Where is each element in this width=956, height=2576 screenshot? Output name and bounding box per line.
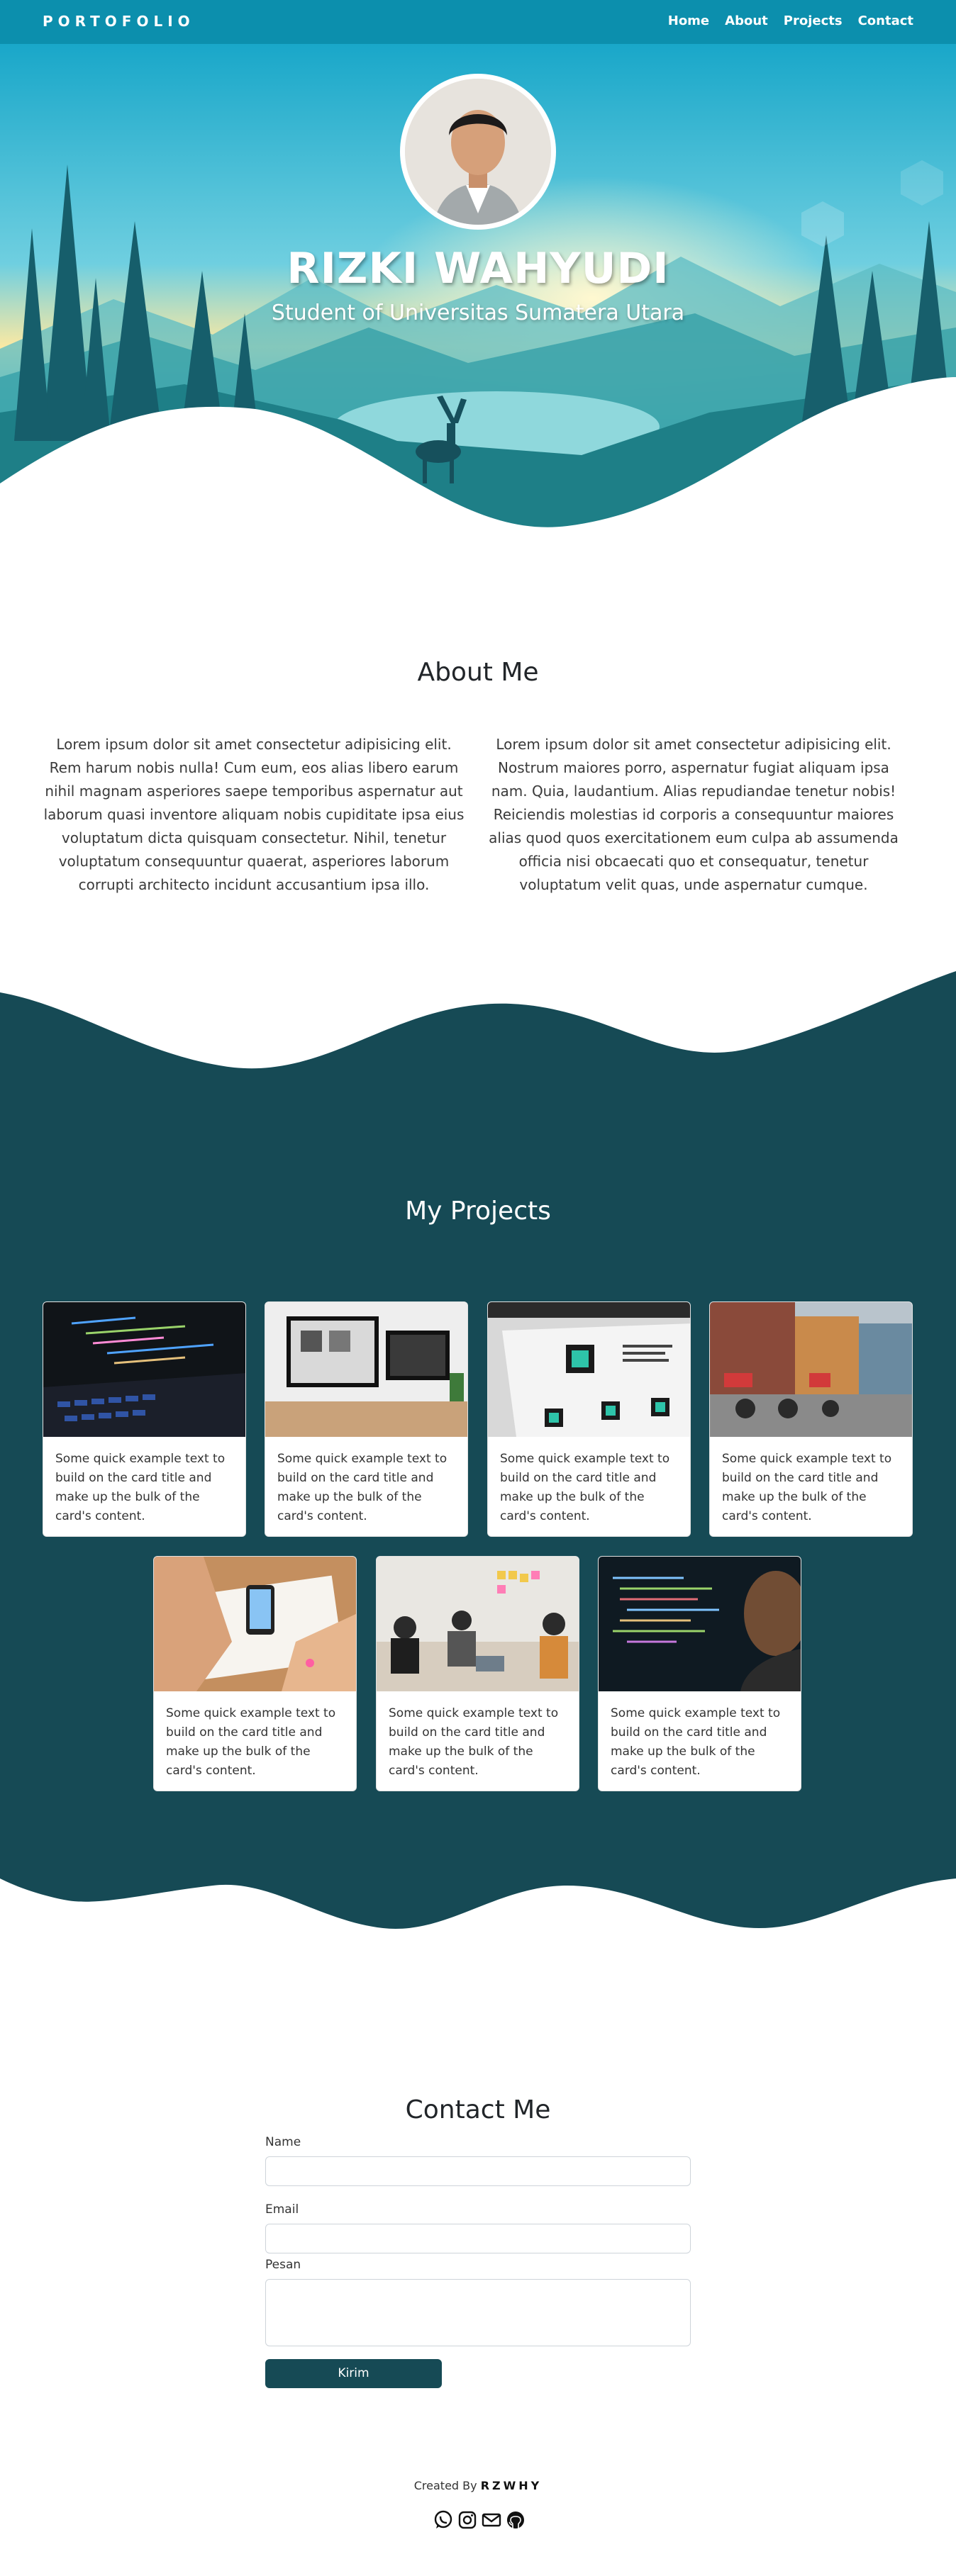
nav-links: Home About Projects Contact	[668, 13, 913, 28]
email-input[interactable]	[265, 2224, 691, 2253]
card-text: Some quick example text to build on the …	[277, 1452, 448, 1523]
card-text: Some quick example text to build on the …	[500, 1452, 670, 1523]
message-textarea[interactable]	[265, 2279, 691, 2346]
website-mockup-photo	[488, 1302, 690, 1437]
desk-monitors-photo	[265, 1302, 467, 1437]
projects-title: My Projects	[405, 1197, 551, 1226]
nav-link-about[interactable]: About	[725, 13, 768, 28]
project-card[interactable]: Some quick example text to build on the …	[598, 1556, 801, 1791]
nav-link-home[interactable]: Home	[668, 13, 709, 28]
email-label: Email	[265, 2202, 299, 2217]
navbar: PORTOFOLIO Home About Projects Contact	[0, 0, 956, 44]
brand-logo[interactable]: PORTOFOLIO	[43, 13, 195, 30]
card-text: Some quick example text to build on the …	[611, 1706, 781, 1778]
profile-photo	[405, 79, 551, 225]
social-links	[433, 2509, 526, 2531]
footer-created-by: Created By	[413, 2479, 477, 2492]
card-text: Some quick example text to build on the …	[166, 1706, 336, 1778]
project-card[interactable]: Some quick example text to build on the …	[153, 1556, 357, 1791]
project-card[interactable]: Some quick example text to build on the …	[709, 1301, 913, 1537]
project-card[interactable]: Some quick example text to build on the …	[265, 1301, 468, 1537]
whatsapp-icon[interactable]	[433, 2509, 454, 2531]
card-text: Some quick example text to build on the …	[722, 1452, 892, 1523]
name-input[interactable]	[265, 2156, 691, 2186]
email-icon[interactable]	[481, 2509, 502, 2531]
nav-link-projects[interactable]: Projects	[784, 13, 843, 28]
about-text-right: Lorem ipsum dolor sit amet consectetur a…	[489, 736, 899, 893]
github-icon[interactable]	[505, 2509, 526, 2531]
street-market-photo	[710, 1302, 912, 1437]
nav-link-contact[interactable]: Contact	[858, 13, 913, 28]
message-label: Pesan	[265, 2258, 301, 2272]
footer-credit: Created By RZWHY	[0, 2479, 956, 2492]
laptop-code-photo	[43, 1302, 245, 1437]
hero-name: RIZKI WAHYUDI	[287, 244, 669, 293]
card-text: Some quick example text to build on the …	[389, 1706, 559, 1778]
project-card[interactable]: Some quick example text to build on the …	[376, 1556, 579, 1791]
project-card[interactable]: Some quick example text to build on the …	[43, 1301, 246, 1537]
hero-subtitle: Student of Universitas Sumatera Utara	[271, 301, 685, 325]
about-title: About Me	[417, 658, 539, 687]
developer-code-photo	[599, 1557, 801, 1691]
submit-button[interactable]: Kirim	[265, 2359, 442, 2388]
card-text: Some quick example text to build on the …	[55, 1452, 226, 1523]
name-label: Name	[265, 2135, 301, 2149]
instagram-icon[interactable]	[457, 2509, 478, 2531]
about-text-left: Lorem ipsum dolor sit amet consectetur a…	[43, 736, 465, 893]
hero-section: RIZKI WAHYUDI Student of Universitas Sum…	[0, 44, 956, 533]
footer-author: RZWHY	[480, 2479, 543, 2492]
contact-title: Contact Me	[405, 2095, 551, 2124]
project-card[interactable]: Some quick example text to build on the …	[487, 1301, 691, 1537]
profile-avatar	[400, 74, 556, 230]
design-sketch-photo	[154, 1557, 356, 1691]
team-meeting-photo	[377, 1557, 579, 1691]
